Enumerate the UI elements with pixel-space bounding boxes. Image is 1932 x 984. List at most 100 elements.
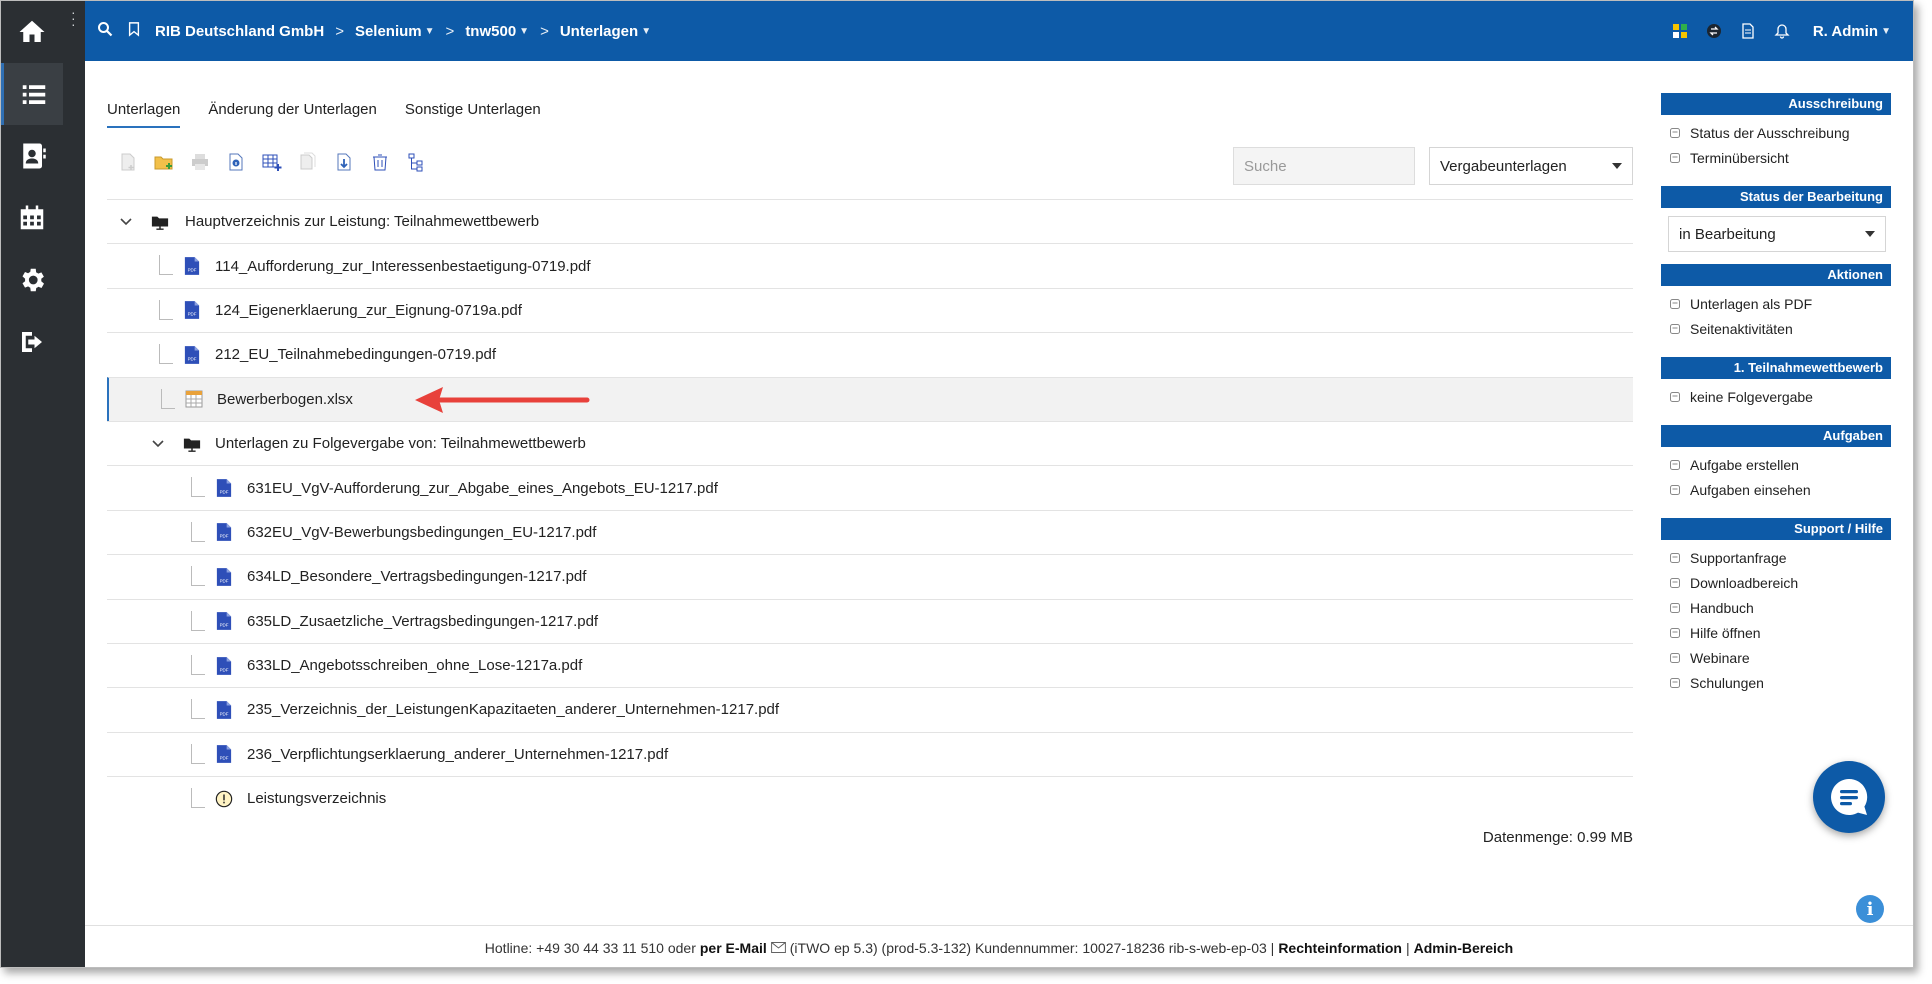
tree-file-row[interactable]: PDF 124_Eigenerklaerung_zur_Eignung-0719a… — [107, 287, 1633, 332]
panel-link[interactable]: Terminübersicht — [1661, 145, 1891, 170]
breadcrumb-separator: > — [335, 22, 344, 40]
rail-edge — [63, 1, 85, 967]
chevron-down-icon[interactable] — [151, 437, 165, 451]
panel-link[interactable]: Hilfe öffnen — [1661, 620, 1891, 645]
tree-connector — [191, 566, 205, 587]
panel-list: keine Folgevergabe — [1661, 379, 1891, 419]
logout-button[interactable] — [1, 311, 63, 373]
print-button[interactable] — [189, 151, 211, 173]
svg-text:PDF: PDF — [220, 711, 229, 716]
right-panel: Ausschreibung Status der Ausschreibung Te… — [1661, 93, 1891, 711]
status-select[interactable]: in Bearbeitung — [1668, 216, 1886, 252]
tree-file-row[interactable]: PDF 235_Verzeichnis_der_LeistungenKapazit… — [107, 687, 1633, 731]
search-input[interactable] — [1233, 147, 1415, 185]
panel-header: 1. Teilnahmewettbewerb — [1661, 357, 1891, 379]
dropdown-arrow-icon — [1865, 231, 1875, 237]
copy-document-button[interactable] — [297, 151, 319, 173]
panel-link[interactable]: Status der Ausschreibung — [1661, 120, 1891, 145]
panel-link[interactable]: Supportanfrage — [1661, 545, 1891, 570]
panel-link[interactable]: Handbuch — [1661, 595, 1891, 620]
add-table-button[interactable] — [261, 151, 283, 173]
svg-text:PDF: PDF — [188, 312, 197, 317]
settings-button[interactable] — [1, 249, 63, 311]
tree-file-row[interactable]: PDF 236_Verpflichtungserklaerung_anderer_… — [107, 731, 1633, 776]
document-info-button[interactable] — [225, 151, 247, 173]
tree-structure-button[interactable] — [405, 151, 427, 173]
more-menu-icon[interactable]: · · · — [71, 5, 76, 31]
delete-button[interactable] — [369, 151, 391, 173]
calendar-button[interactable] — [1, 187, 63, 249]
tree-file-row[interactable]: PDF 634LD_Besondere_Vertragsbedingungen-1… — [107, 554, 1633, 598]
tab-unterlagen[interactable]: Unterlagen — [107, 101, 181, 128]
footer-admin-link[interactable]: Admin-Bereich — [1414, 940, 1514, 956]
tree-folder-sub[interactable]: Unterlagen zu Folgevergabe von: Teilnahm… — [107, 420, 1633, 465]
tree-item-label: 634LD_Besondere_Vertragsbedingungen-1217… — [247, 568, 587, 586]
svg-text:PDF: PDF — [220, 534, 229, 539]
notifications-button[interactable] — [1773, 22, 1791, 40]
tab-aenderung[interactable]: Änderung der Unterlagen — [208, 101, 376, 128]
panel-link[interactable]: Seitenaktivitäten — [1661, 316, 1891, 341]
info-button[interactable]: i — [1856, 895, 1884, 923]
panel-link[interactable]: Aufgabe erstellen — [1661, 452, 1891, 477]
bullet-icon — [1670, 484, 1680, 495]
document-icon — [1742, 23, 1754, 39]
home-button[interactable] — [1, 1, 63, 63]
pdf-icon: PDF — [215, 477, 233, 499]
tab-sonstige[interactable]: Sonstige Unterlagen — [405, 101, 541, 128]
tree-file-row[interactable]: PDF 633LD_Angebotsschreiben_ohne_Lose-121… — [107, 642, 1633, 687]
data-size: Datenmenge: 0.99 MB — [1482, 829, 1633, 846]
bullet-icon — [1670, 459, 1680, 470]
bullet-icon — [1670, 152, 1680, 163]
panel-aktionen: Aktionen Unterlagen als PDF Seitenaktivit… — [1661, 264, 1891, 351]
tree-folder-root[interactable]: Hauptverzeichnis zur Leistung: Teilnahme… — [107, 199, 1633, 243]
transfer-button[interactable] — [1705, 22, 1723, 40]
tree-file-row[interactable]: PDF 631EU_VgV-Aufforderung_zur_Abgabe_ein… — [107, 465, 1633, 509]
tree-file-row[interactable]: PDF 114_Aufforderung_zur_Interessenbestae… — [107, 243, 1633, 287]
folder-icon — [183, 433, 201, 455]
chat-button[interactable] — [1813, 761, 1885, 833]
breadcrumb-tnw500[interactable]: tnw500 ▼ — [465, 23, 529, 40]
panel-link[interactable]: Unterlagen als PDF — [1661, 291, 1891, 316]
caret-down-icon: ▼ — [1881, 25, 1891, 37]
breadcrumb-selenium[interactable]: Selenium ▼ — [355, 23, 435, 40]
bullet-icon — [1670, 127, 1680, 138]
panel-header: Support / Hilfe — [1661, 518, 1891, 540]
search-icon[interactable] — [97, 21, 113, 41]
user-menu[interactable]: R. Admin ▼ — [1813, 23, 1891, 40]
logout-icon — [22, 332, 42, 352]
document-type-select[interactable]: Vergabeunterlagen — [1429, 147, 1633, 185]
breadcrumb-org[interactable]: RIB Deutschland GmbH — [155, 23, 324, 40]
panel-list: Supportanfrage Downloadbereich Handbuch Hil… — [1661, 540, 1891, 705]
document-type-value: Vergabeunterlagen — [1440, 157, 1567, 175]
breadcrumb-unterlagen[interactable]: Unterlagen ▼ — [560, 23, 651, 40]
tree-file-row[interactable]: PDF 635LD_Zusaetzliche_Vertragsbedingunge… — [107, 598, 1633, 643]
list-button[interactable] — [1, 63, 63, 125]
bullet-icon — [1670, 652, 1680, 663]
copy-icon — [300, 152, 316, 170]
contacts-button[interactable] — [1, 125, 63, 187]
table-add-icon — [262, 154, 282, 171]
tree-warning-row[interactable]: Leistungsverzeichnis — [107, 776, 1633, 820]
footer-rechteinformation-link[interactable]: Rechteinformation — [1278, 940, 1402, 956]
panel-link[interactable]: keine Folgevergabe — [1661, 384, 1891, 409]
apps-button[interactable] — [1671, 22, 1689, 40]
bookmark-icon[interactable] — [127, 21, 141, 41]
documents-button[interactable] — [1739, 22, 1757, 40]
tree-file-row[interactable]: PDF 212_EU_Teilnahmebedingungen-0719.pdf — [107, 332, 1633, 376]
tree-connector — [191, 743, 205, 764]
tree-file-row[interactable]: PDF 632EU_VgV-Bewerbungsbedingungen_EU-12… — [107, 509, 1633, 554]
chevron-down-icon[interactable] — [119, 215, 133, 229]
new-folder-button[interactable] — [153, 151, 175, 173]
panel-link[interactable]: Downloadbereich — [1661, 570, 1891, 595]
panel-link-label: Downloadbereich — [1690, 574, 1799, 591]
panel-link[interactable]: Aufgaben einsehen — [1661, 477, 1891, 502]
footer-email-link[interactable]: per E-Mail — [700, 940, 767, 956]
top-bar: RIB Deutschland GmbH > Selenium ▼ > tnw50… — [85, 1, 1913, 61]
folder-add-icon — [154, 156, 173, 170]
breadcrumb-org-label: RIB Deutschland GmbH — [155, 22, 325, 40]
panel-link[interactable]: Webinare — [1661, 645, 1891, 670]
download-document-button[interactable] — [333, 151, 355, 173]
panel-link[interactable]: Schulungen — [1661, 670, 1891, 695]
new-document-button[interactable] — [117, 151, 139, 173]
tree-file-row[interactable]: Bewerberbogen.xlsx — [107, 376, 1633, 421]
